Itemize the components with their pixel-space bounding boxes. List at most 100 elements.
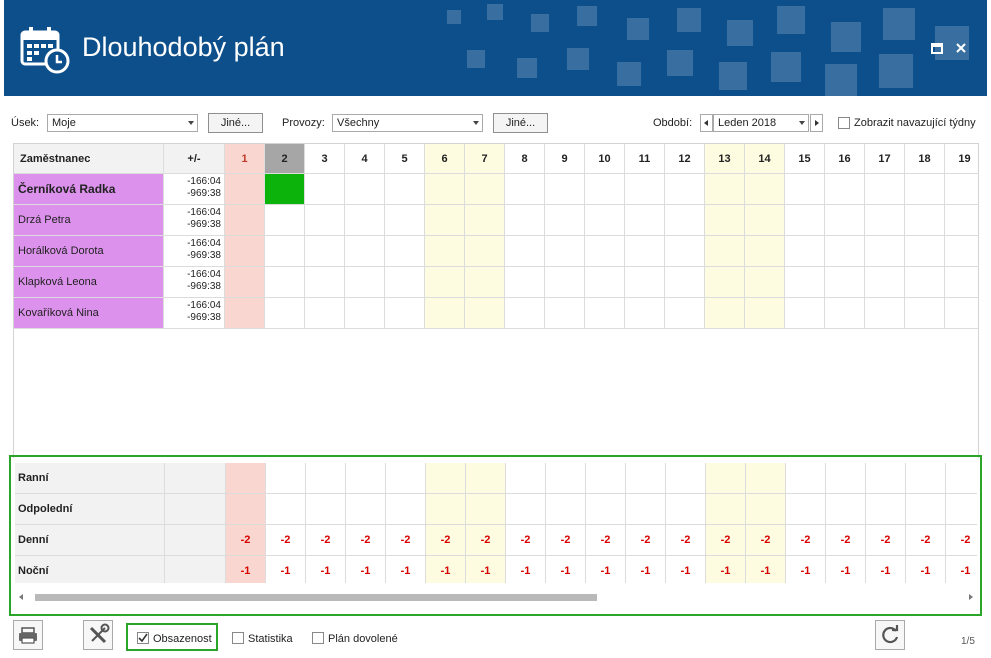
scroll-right-icon[interactable] [969,594,973,600]
day-cell[interactable] [505,174,545,205]
day-header[interactable]: 12 [665,144,705,174]
day-cell[interactable] [705,236,745,267]
day-cell[interactable] [225,174,265,205]
day-cell[interactable] [825,298,865,329]
day-header[interactable]: 17 [865,144,905,174]
day-cell[interactable] [745,298,785,329]
day-cell[interactable] [945,267,978,298]
day-cell[interactable] [745,236,785,267]
day-cell[interactable] [625,174,665,205]
day-cell[interactable] [425,298,465,329]
day-cell[interactable] [705,205,745,236]
day-cell[interactable] [625,267,665,298]
scrollbar-thumb[interactable] [35,594,597,601]
obsazenost-toggle[interactable]: Obsazenost [126,623,218,651]
print-button[interactable] [13,620,43,650]
day-cell[interactable] [545,267,585,298]
usek-other-button[interactable]: Jiné... [208,113,263,133]
day-cell[interactable] [345,236,385,267]
provozy-select[interactable]: Všechny [332,114,483,132]
day-cell[interactable] [665,205,705,236]
day-cell[interactable] [545,205,585,236]
day-cell[interactable] [425,205,465,236]
day-cell[interactable] [505,205,545,236]
employee-name[interactable]: Černíková Radka [14,174,164,205]
day-cell[interactable] [585,236,625,267]
day-cell[interactable] [585,174,625,205]
day-header[interactable]: 3 [305,144,345,174]
day-cell[interactable] [465,236,505,267]
day-cell[interactable] [865,205,905,236]
show-weeks-checkbox[interactable] [838,117,850,129]
day-cell[interactable] [265,236,305,267]
day-header[interactable]: 2 [265,144,305,174]
day-header[interactable]: 5 [385,144,425,174]
maximize-icon[interactable] [930,41,944,55]
day-header[interactable]: 4 [345,144,385,174]
day-cell[interactable] [345,298,385,329]
day-cell[interactable] [465,267,505,298]
day-header[interactable]: 9 [545,144,585,174]
day-cell[interactable] [425,267,465,298]
day-cell[interactable] [745,205,785,236]
day-cell[interactable] [825,174,865,205]
day-cell[interactable] [545,174,585,205]
day-cell[interactable] [785,298,825,329]
day-cell[interactable] [345,205,385,236]
day-cell[interactable] [825,267,865,298]
day-cell[interactable] [945,236,978,267]
day-cell[interactable] [665,298,705,329]
day-cell[interactable] [465,174,505,205]
day-header[interactable]: 15 [785,144,825,174]
day-cell[interactable] [745,174,785,205]
employee-name[interactable]: Drzá Petra [14,205,164,236]
day-header[interactable]: 7 [465,144,505,174]
day-cell[interactable] [305,236,345,267]
statistika-checkbox[interactable] [232,632,244,644]
day-cell[interactable] [705,298,745,329]
day-header[interactable]: 19 [945,144,978,174]
day-cell[interactable] [305,205,345,236]
day-cell[interactable] [905,298,945,329]
day-cell[interactable] [665,267,705,298]
day-cell[interactable] [505,267,545,298]
day-cell[interactable] [425,174,465,205]
day-cell[interactable] [385,267,425,298]
day-cell[interactable] [345,267,385,298]
day-cell[interactable] [425,236,465,267]
day-cell[interactable] [705,174,745,205]
day-cell[interactable] [785,205,825,236]
day-cell[interactable] [265,267,305,298]
day-cell[interactable] [385,298,425,329]
day-cell[interactable] [505,298,545,329]
day-cell[interactable] [665,236,705,267]
usek-select[interactable]: Moje [47,114,198,132]
day-cell[interactable] [345,174,385,205]
employee-name[interactable]: Kovaříková Nina [14,298,164,329]
close-icon[interactable] [954,41,968,55]
day-cell[interactable] [665,174,705,205]
day-cell[interactable] [465,205,505,236]
day-cell[interactable] [905,267,945,298]
day-header[interactable]: 1 [225,144,265,174]
day-cell[interactable] [865,267,905,298]
day-cell[interactable] [385,205,425,236]
horizontal-scrollbar[interactable] [15,589,977,605]
day-cell[interactable] [225,205,265,236]
day-header[interactable]: 6 [425,144,465,174]
day-cell[interactable] [865,298,905,329]
day-cell[interactable] [905,174,945,205]
day-cell[interactable] [225,267,265,298]
day-header[interactable]: 13 [705,144,745,174]
day-cell[interactable] [745,267,785,298]
day-cell[interactable] [785,267,825,298]
day-cell[interactable] [945,205,978,236]
employee-name[interactable]: Horálková Dorota [14,236,164,267]
obdobi-select[interactable]: Leden 2018 [713,114,809,132]
day-cell[interactable] [585,298,625,329]
day-cell[interactable] [905,236,945,267]
day-cell[interactable] [265,174,305,205]
day-header[interactable]: 8 [505,144,545,174]
day-header[interactable]: 14 [745,144,785,174]
day-cell[interactable] [385,174,425,205]
